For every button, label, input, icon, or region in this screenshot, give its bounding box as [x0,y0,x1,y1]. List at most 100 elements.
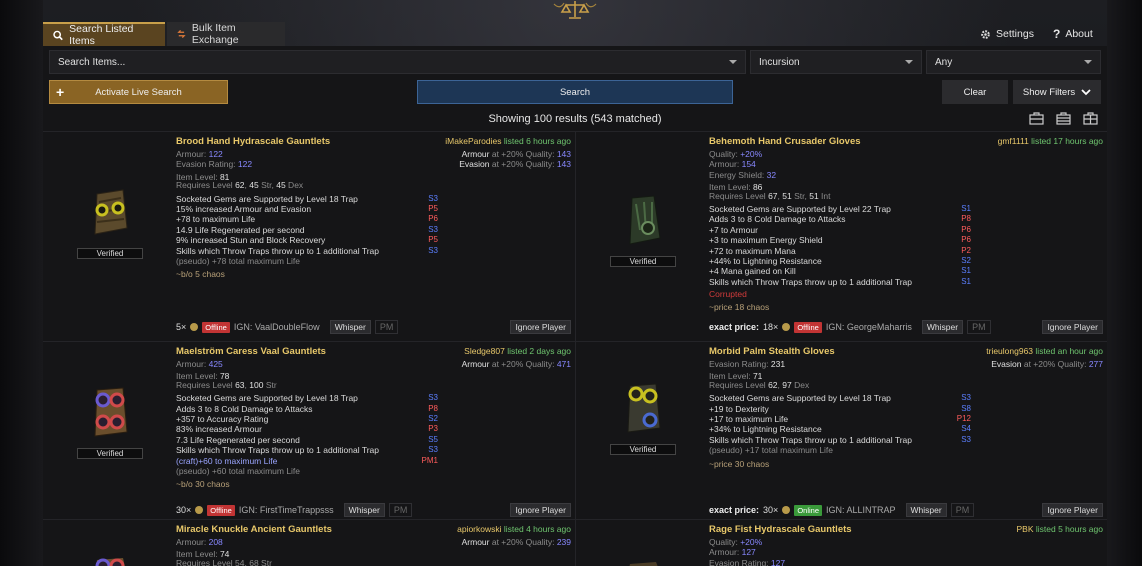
chaos-orb-icon [782,323,791,331]
mod-tier: S3 [961,393,971,403]
mod-tier: P3 [428,424,438,434]
ign-name: IGN: VaalDoubleFlow [233,322,320,332]
quality-value: 471 [556,359,571,369]
mod-text: +72 to maximum Mana [709,245,796,256]
quality-stat: Evasion [459,159,490,170]
mod-line: Skills which Throw Traps throw up to 1 a… [709,435,971,445]
show-filters-button[interactable]: Show Filters [1013,80,1101,104]
pm-button[interactable]: PM [967,320,991,334]
view-mode-toggle [1029,112,1098,125]
search-items-input[interactable]: Search Items... [49,50,746,74]
mod-tier: S5 [428,434,438,444]
mod-tier: S4 [961,424,971,434]
settings-link[interactable]: Settings [980,22,1034,46]
ignore-player-button[interactable]: Ignore Player [510,320,571,334]
quality-at: at +20% Quality: [489,359,557,369]
item-name[interactable]: Brood Hand Hydrascale Gauntlets [176,136,330,147]
item-name[interactable]: Miracle Knuckle Ancient Gauntlets [176,524,332,535]
seller-info: PBK listed 5 hours ago [1017,524,1104,534]
ign-name: IGN: FirstTimeTrappsss [238,505,334,515]
view-compact-icon[interactable] [1056,112,1071,125]
league-select[interactable]: Incursion [750,50,922,74]
quality-value: 143 [556,149,571,159]
mod-tier: S1 [961,276,971,286]
mod-tier: P8 [961,214,971,224]
prop-value: 32 [766,169,777,180]
prop-label: Evasion Rating: [709,359,771,369]
about-link[interactable]: ? About [1053,22,1093,46]
mod-line: +3 to maximum Energy Shield P6 [709,235,971,245]
seller-name[interactable]: iMakeParodies [445,136,501,146]
item-name[interactable]: Behemoth Hand Crusader Gloves [709,136,861,147]
item-thumbnail[interactable]: Verified [63,382,157,459]
item-thumbnail[interactable]: Verified [596,190,690,267]
verified-badge: Verified [610,444,676,455]
listing-footer: exact price: 18× Offline IGN: GeorgeMaha… [709,320,991,334]
prop-value: 231 [770,359,786,369]
mod-tier: P8 [428,403,438,413]
quality-projection: Evasion at +20% Quality: 277 [991,359,1103,369]
item-card: Rage Fist Hydrascale Gauntlets PBK liste… [575,519,1107,566]
item-name[interactable]: Morbid Palm Stealth Gloves [709,346,835,357]
item-thumbnail[interactable] [63,556,157,566]
mod-line: 14.9 Life Regenerated per second S3 [176,225,438,235]
requires-label: Requires Level [709,190,769,201]
quality-at: at +20% Quality: [489,159,557,170]
item-thumbnail[interactable] [596,560,690,566]
tab-search-listed-items[interactable]: Search Listed Items [43,22,165,47]
view-grid-icon[interactable] [1083,112,1098,125]
listed-time: listed 4 hours ago [503,524,571,534]
question-icon: ? [1053,27,1061,41]
ignore-player-button[interactable]: Ignore Player [510,503,571,517]
offline-badge: Offline [207,504,235,516]
seller-name[interactable]: trieulong963 [986,346,1033,356]
req-str: 45 [249,180,259,191]
prop-value: 208 [208,537,223,547]
activate-live-search-button[interactable]: + Activate Live Search [49,80,228,104]
prop-value: +20% [740,149,763,159]
listed-time: listed 6 hours ago [503,136,571,146]
ignore-player-button[interactable]: Ignore Player [1042,320,1103,334]
item-thumbnail[interactable]: Verified [63,182,157,259]
item-properties: Armour: 208 Item Level: 74 Requires Leve… [176,537,438,566]
seller-name[interactable]: gmf1111 [998,136,1029,146]
pm-button[interactable]: PM [950,503,975,517]
status-select[interactable]: Any [926,50,1101,74]
item-name[interactable]: Rage Fist Hydrascale Gauntlets [709,524,852,535]
league-value: Incursion [759,56,800,68]
view-list-icon[interactable] [1029,112,1044,125]
item-properties: Quality: +20% Armour: 154 Energy Shield:… [709,149,971,313]
search-button[interactable]: Search [417,80,733,104]
whisper-button[interactable]: Whisper [921,320,964,334]
req-level: 62 [235,180,245,191]
clear-button[interactable]: Clear [942,80,1008,104]
quality-projection: Armour at +20% Quality: 239 [462,537,571,547]
offline-badge: Offline [794,321,822,333]
whisper-button[interactable]: Whisper [905,503,947,517]
tab-bulk-item-exchange[interactable]: Bulk Item Exchange [167,22,285,46]
mod-tier: S3 [428,245,438,255]
mod-text: +44% to Lightning Resistance [709,255,822,266]
listing-footer: 30× Offline IGN: FirstTimeTrappsss Whisp… [176,503,413,517]
prop-label: Quality: [709,537,741,547]
gauntlets-icon [629,562,658,566]
quality-stat: Evasion [991,359,1022,369]
seller-name[interactable]: Sledge807 [464,346,505,356]
verified-badge: Verified [77,248,143,259]
requires-label: Requires Level [709,379,769,390]
ignore-player-button[interactable]: Ignore Player [1042,503,1103,517]
req-level: 63 [235,379,245,390]
seller-info: iMakeParodies listed 6 hours ago [445,136,571,146]
seller-name[interactable]: PBK [1017,524,1034,534]
seller-name[interactable]: apiorkowski [457,524,501,534]
quality-at: at +20% Quality: [489,537,557,547]
item-name[interactable]: Maelström Caress Vaal Gauntlets [176,346,326,357]
item-thumbnail[interactable]: Verified [596,378,690,455]
prop-label: Evasion Rating: [176,159,238,170]
pm-button[interactable]: PM [374,320,399,334]
whisper-button[interactable]: Whisper [329,320,371,334]
pm-button[interactable]: PM [388,503,413,517]
mod-line: Socketed Gems are Supported by Level 18 … [176,393,438,403]
ign-name: IGN: ALLINTRAP [826,505,896,515]
whisper-button[interactable]: Whisper [343,503,385,517]
